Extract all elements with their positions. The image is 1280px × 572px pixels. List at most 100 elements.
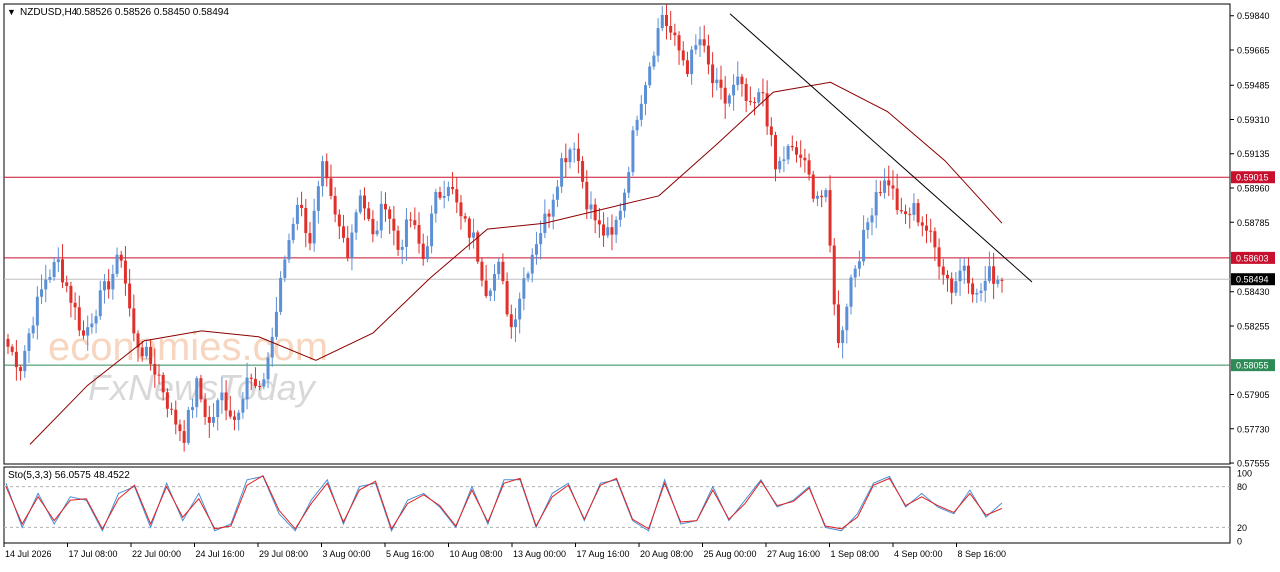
bull-candle <box>513 319 517 328</box>
price-axis: 0.59840 0.59665 0.59485 0.59310 0.59135 0.589… <box>1230 11 1275 469</box>
bull-candle <box>379 203 383 231</box>
bear-candle <box>669 25 673 33</box>
bear-candle <box>128 283 132 309</box>
bear-candle <box>396 230 400 250</box>
bull-candle <box>144 346 148 357</box>
bull-candle <box>321 161 325 187</box>
bull-candle <box>241 399 245 413</box>
bull-candle <box>283 259 287 278</box>
bear-candle <box>232 416 236 420</box>
bear-candle <box>505 281 509 315</box>
bear-candle <box>417 225 421 244</box>
bull-candle <box>287 240 291 260</box>
bear-candle <box>585 181 589 210</box>
price-tick-label: 0.57905 <box>1237 390 1270 400</box>
bear-candle <box>123 260 127 284</box>
bear-candle <box>925 225 929 231</box>
bull-candle <box>40 289 44 297</box>
bear-candle <box>610 227 614 235</box>
bear-candle <box>157 374 161 376</box>
price-tick-label: 0.59485 <box>1237 81 1270 91</box>
bull-candle <box>652 55 656 67</box>
bull-candle <box>715 79 719 84</box>
bear-candle <box>467 218 471 238</box>
bear-candle <box>950 278 954 293</box>
bull-candle <box>358 195 362 213</box>
level-tag-label: 0.58603 <box>1236 253 1269 263</box>
bull-candle <box>614 219 618 235</box>
bear-candle <box>19 367 23 372</box>
bear-candle <box>383 203 387 210</box>
bear-candle <box>65 282 69 286</box>
bear-candle <box>744 83 748 101</box>
bear-candle <box>388 209 392 219</box>
bull-candle <box>350 232 354 258</box>
bull-candle <box>279 277 283 312</box>
bull-candle <box>522 278 526 299</box>
bear-candle <box>224 392 228 411</box>
bear-candle <box>333 195 337 215</box>
bear-candle <box>409 219 413 221</box>
bull-candle <box>736 76 740 85</box>
bear-candle <box>597 220 601 225</box>
bear-candle <box>807 160 811 175</box>
bear-candle <box>203 399 207 417</box>
bear-candle <box>463 216 467 219</box>
bear-candle <box>480 261 484 281</box>
bear-candle <box>811 174 815 199</box>
bull-candle <box>962 265 966 271</box>
bull-candle <box>757 92 761 103</box>
bull-candle <box>782 159 786 161</box>
bear-candle <box>14 351 18 368</box>
bull-candle <box>841 330 845 344</box>
bull-candle <box>644 85 648 104</box>
bear-candle <box>769 126 773 136</box>
bull-candle <box>539 233 543 245</box>
bear-candle <box>966 265 970 284</box>
bull-candle <box>442 196 446 198</box>
symbol-label: NZDUSD,H4 <box>20 7 78 18</box>
bear-candle <box>887 180 891 186</box>
collapse-arrow-icon[interactable]: ▼ <box>7 7 16 17</box>
bull-candle <box>472 232 476 238</box>
price-tick-label: 0.58960 <box>1237 184 1270 194</box>
bear-candle <box>174 409 178 425</box>
bear-candle <box>325 161 329 179</box>
time-tick-label: 13 Aug 00:00 <box>513 549 566 559</box>
bull-candle <box>698 39 702 46</box>
bear-candle <box>10 346 14 352</box>
bull-candle <box>912 203 916 215</box>
bull-candle <box>291 223 295 241</box>
bull-candle <box>27 333 31 351</box>
bear-candle <box>119 254 123 261</box>
bull-candle <box>639 103 643 120</box>
bull-candle <box>627 172 631 193</box>
bull-candle <box>425 246 429 260</box>
bear-candle <box>304 208 308 234</box>
time-tick-label: 25 Aug 00:00 <box>704 549 757 559</box>
bear-candle <box>774 135 778 170</box>
bear-candle <box>685 60 689 75</box>
bear-candle <box>719 79 723 88</box>
time-tick-label: 24 Jul 16:00 <box>196 549 245 559</box>
bull-candle <box>690 49 694 75</box>
bull-candle <box>316 186 320 211</box>
price-tick-label: 0.58255 <box>1237 322 1270 332</box>
bull-candle <box>262 379 266 387</box>
time-tick-label: 14 Jul 2026 <box>5 549 52 559</box>
bull-candle <box>102 281 106 291</box>
bull-candle <box>94 316 98 324</box>
bear-candle <box>941 266 945 275</box>
watermark-economies: economies.com <box>48 325 328 369</box>
bear-candle <box>337 214 341 227</box>
bull-candle <box>111 273 115 290</box>
bull-candle <box>434 191 438 214</box>
bull-candle <box>866 222 870 230</box>
bear-candle <box>362 195 366 209</box>
bull-candle <box>874 192 878 216</box>
bear-candle <box>790 145 794 148</box>
ohlc-readout: 0.58526 0.58526 0.58450 0.58494 <box>76 7 229 18</box>
bull-candle <box>195 378 199 408</box>
bull-candle <box>560 158 564 187</box>
bear-candle <box>161 374 165 393</box>
